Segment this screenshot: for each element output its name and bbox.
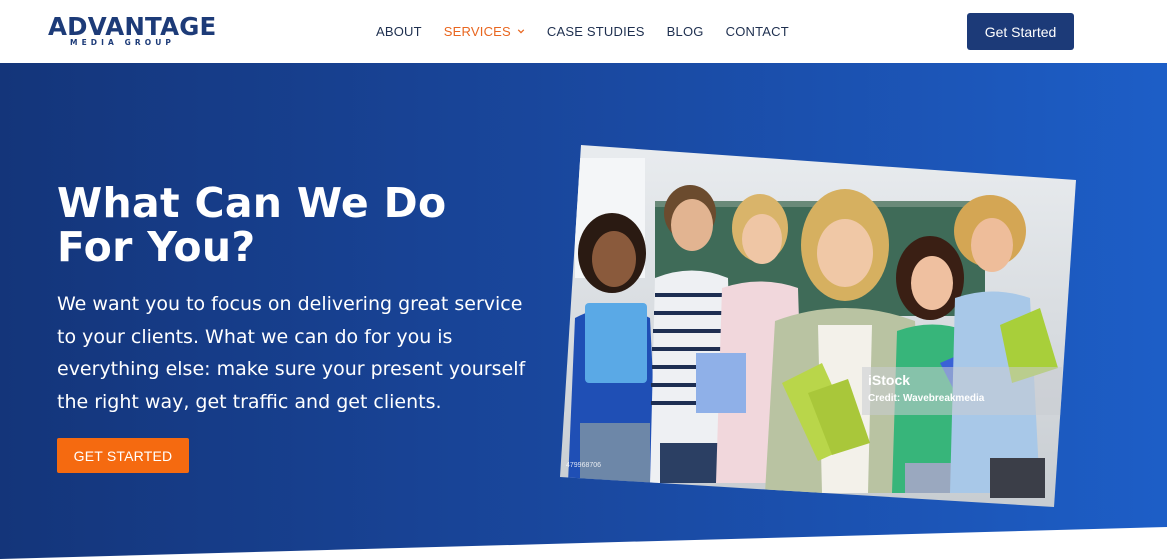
stock-id: 479968706 [566, 462, 601, 469]
nav-item-about[interactable]: ABOUT [376, 24, 422, 40]
site-header: ADVANTAGE MEDIA GROUP ABOUT SERVICES CAS… [0, 0, 1167, 63]
students-photo: iStock Credit: Wavebreakmedia 479968706 [560, 145, 1076, 507]
nav-item-services-label: SERVICES [443, 24, 511, 39]
nav-item-blog[interactable]: BLOG [667, 24, 704, 40]
watermark-brand: iStock [868, 372, 910, 388]
nav-item-services[interactable]: SERVICES [444, 24, 525, 40]
nav-item-contact[interactable]: CONTACT [726, 24, 789, 40]
chevron-down-icon [517, 29, 525, 34]
nav-item-case-studies[interactable]: CASE STUDIES [547, 24, 645, 40]
watermark-credit: Credit: Wavebreakmedia [868, 393, 985, 404]
logo-wordmark: ADVANTAGE [48, 12, 217, 41]
logo[interactable]: ADVANTAGE MEDIA GROUP [48, 13, 218, 49]
main-nav: ABOUT SERVICES CASE STUDIES BLOG CONTACT [376, 24, 811, 40]
get-started-button[interactable]: Get Started [967, 13, 1074, 50]
hero-section: What Can We Do For You? We want you to f… [0, 63, 1167, 559]
logo-tagline: MEDIA GROUP [70, 38, 176, 47]
